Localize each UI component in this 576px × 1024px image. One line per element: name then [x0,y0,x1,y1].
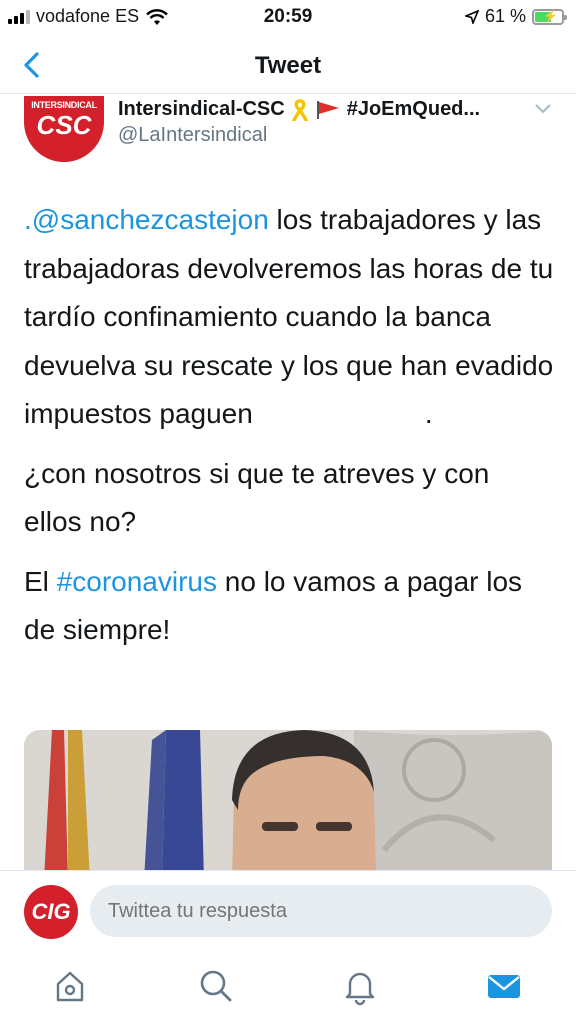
home-icon [56,971,84,1002]
tweet-paragraph-3: El #coronavirus no lo vamos a pagar los … [24,558,554,655]
hashtag-link[interactable]: #coronavirus [57,566,217,597]
tab-search[interactable] [196,966,236,1006]
triangular-flag-icon [316,100,339,119]
page-title: Tweet [254,52,322,79]
location-arrow-icon [464,9,479,24]
status-right: 61 % ⚡ [464,6,567,27]
yellow-ribbon-icon [292,98,308,121]
battery-percent: 61 % [484,6,526,26]
mention-link[interactable]: .@sanchezcastejon [24,204,269,235]
tweet-text-3a: El [24,565,57,597]
search-icon [200,970,232,1002]
tweet-header: INTERSINDICAL CSC Intersindical-CSC #JoE… [24,96,554,166]
reply-input[interactable] [90,885,552,937]
tab-home[interactable] [50,966,90,1006]
tweet-text: .@sanchezcastejon los trabajadores y las… [24,196,554,666]
tab-messages[interactable] [484,966,524,1006]
reply-avatar[interactable]: CIG [24,885,78,939]
nav-bar: Tweet [0,38,576,94]
author-name: Intersindical-CSC [118,98,285,120]
author-name-line[interactable]: Intersindical-CSC #JoEmQued... [118,98,480,121]
battery-charging-icon: ⚡ [532,8,567,25]
author-hashtag: #JoEmQued... [346,98,481,120]
tab-bar [0,952,576,1024]
chevron-down-icon[interactable] [534,102,552,116]
notifications-bell-icon [345,972,375,1006]
tweet-paragraph-1: .@sanchezcastejon los trabajadores y las… [24,196,554,439]
author-handle[interactable]: @LaIntersindical [118,124,267,147]
press-conference-photo [24,730,552,880]
tab-notifications[interactable] [340,966,380,1006]
reply-bar: CIG [0,870,576,952]
bolt-icon: ⚡ [543,8,558,23]
tweet-media-image[interactable] [24,730,552,880]
tweet-text-1: los trabajadores y las trabajadoras devo… [24,204,554,429]
status-bar: vodafone ES 20:59 61 % ⚡ [0,0,576,34]
messages-envelope-icon [488,975,520,998]
avatar[interactable]: INTERSINDICAL CSC [24,96,104,162]
avatar-brand-small: INTERSINDICAL [31,100,97,110]
tweet-text-dot: . [424,398,433,429]
avatar-brand-big: CSC [36,110,92,140]
tweet-paragraph-2: ¿con nosotros si que te atreves y con el… [24,457,490,538]
